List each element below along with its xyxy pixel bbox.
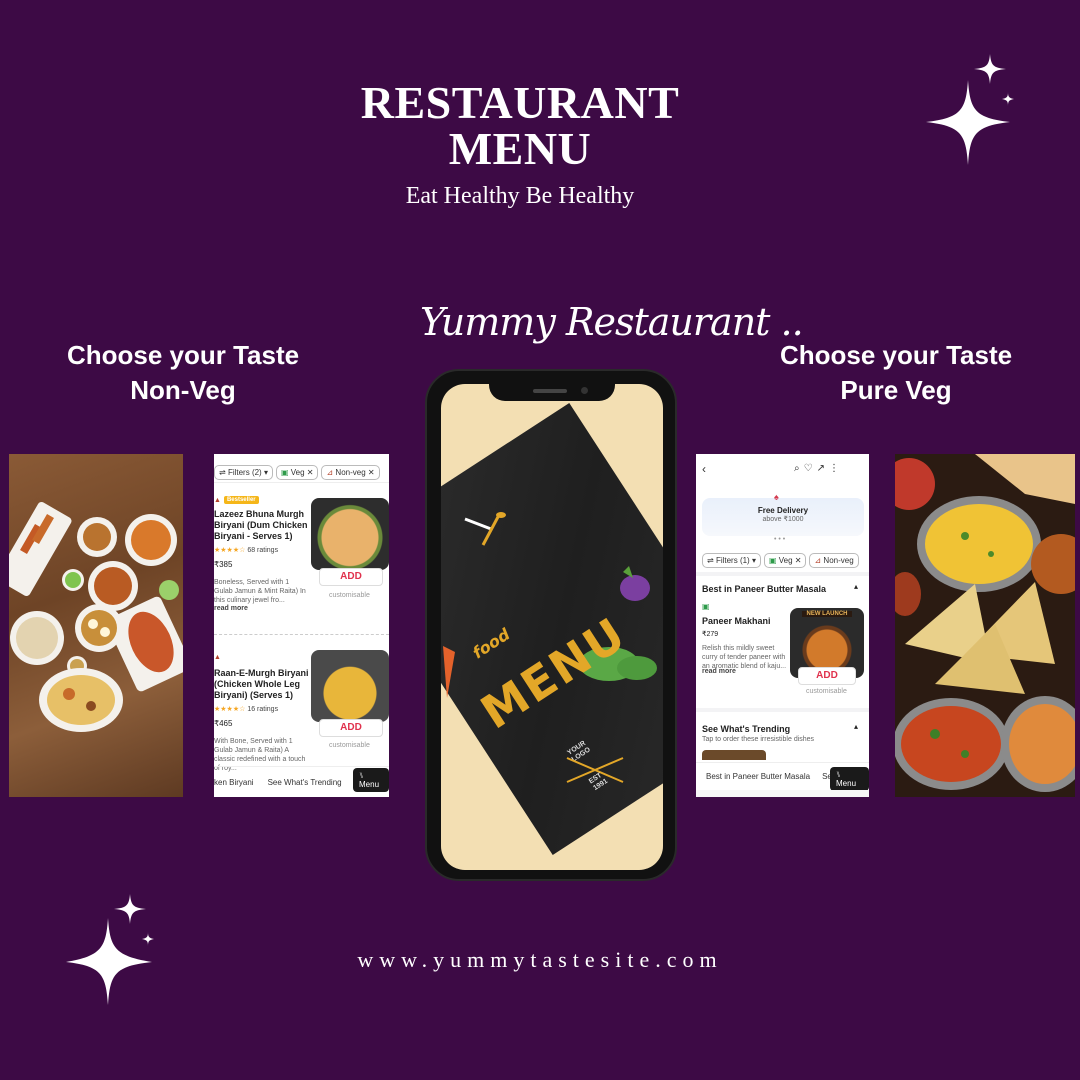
menu-button[interactable]: ⑊ Menu [830, 767, 869, 791]
veg-chip[interactable]: ▣ Veg ✕ [763, 553, 807, 568]
free-delivery-title: Free Delivery [757, 506, 809, 515]
collapse-icon[interactable]: ▴ [854, 722, 858, 731]
veg-marker-icon: ▣ [702, 602, 710, 611]
heart-icon[interactable]: ♡ [804, 463, 817, 474]
dish-description: Relish this mildly sweet curry of tender… [702, 645, 787, 670]
share-icon[interactable]: ↗ [817, 463, 829, 474]
fork-knife-icon: ⑊ [359, 771, 364, 780]
veg-dishes-illustration [895, 454, 1075, 797]
veg-chip[interactable]: ▣ Veg ✕ [275, 465, 319, 480]
phone-mockup: food MENU YOUR LOGO EST 1991 [425, 369, 677, 881]
dish-price: ₹279 [702, 631, 719, 638]
rating-count: 68 ratings [247, 547, 279, 554]
nonveg-dishes-illustration [9, 501, 183, 732]
search-icon[interactable]: ⌕ [794, 463, 804, 474]
footer-website-url[interactable]: www.yummytastesite.com [0, 947, 1080, 973]
section-title: Best in Paneer Butter Masala [702, 584, 827, 594]
veg-food-photo [895, 454, 1075, 797]
dish-price: ₹385 [214, 560, 233, 569]
collapse-icon[interactable]: ▴ [854, 582, 858, 591]
rating-stars-icon: ★★★★☆ 16 ratings [214, 706, 279, 713]
dish-name: Raan-E-Murgh Biryani (Chicken Whole Leg … [214, 668, 309, 700]
filters-chip[interactable]: ⇌ Filters (2) ▾ [214, 465, 273, 480]
back-arrow-icon[interactable]: ‹ [702, 462, 706, 476]
phone-notch [489, 371, 615, 401]
read-more-link[interactable]: read more [702, 668, 736, 675]
veg-dot-icon: ▣ [768, 556, 779, 565]
add-button[interactable]: ADD [319, 568, 383, 586]
divider [214, 634, 389, 635]
read-more-link[interactable]: read more [214, 605, 309, 612]
menu-board-image [441, 403, 663, 855]
nonveg-food-photo [9, 454, 183, 797]
header-actions: ⌕♡↗⋮ [794, 463, 843, 474]
trending-subtitle: Tap to order these irresistible dishes [702, 736, 815, 743]
menu-item[interactable]: ▲ Bestseller Lazeez Bhuna Murgh Biryani … [214, 496, 309, 612]
gift-icon: ♠ [774, 492, 779, 502]
divider [696, 708, 869, 712]
fork-knife-icon: ⑊ [836, 770, 841, 779]
nonveg-marker-icon: ▲ [214, 496, 221, 504]
veg-heading: Choose your Taste Pure Veg [746, 338, 1046, 408]
category-tab[interactable]: See What's Trending [268, 778, 342, 787]
category-tab[interactable]: ken Biryani [214, 778, 254, 787]
nonveg-heading-line1: Choose your Taste [66, 340, 300, 370]
customisable-label: customisable [329, 742, 370, 749]
nonveg-filter-bar: ⇌ Filters (2) ▾ ▣ Veg ✕ ⊿ Non-veg ✕ [214, 462, 389, 480]
sparkle-icon [926, 54, 1014, 165]
filter-icon: ⇌ [219, 468, 228, 477]
add-button[interactable]: ADD [798, 667, 856, 685]
page-subtitle: Eat Healthy Be Healthy [405, 183, 635, 209]
script-restaurant-name: Yummy Restaurant .. [420, 300, 804, 344]
dish-name: Lazeez Bhuna Murgh Biryani (Dum Chicken … [214, 509, 308, 541]
free-delivery-subtitle: above ₹1000 [762, 516, 804, 523]
veg-filter-bar: ⇌ Filters (1) ▾ ▣ Veg ✕ ⊿ Non-veg [702, 550, 869, 568]
phone-screen: food MENU YOUR LOGO EST 1991 [441, 384, 663, 870]
nav-strip [696, 790, 869, 797]
customisable-label: customisable [806, 688, 847, 695]
carrot-icon [443, 646, 455, 698]
more-vertical-icon[interactable]: ⋮ [829, 463, 843, 474]
menu-item[interactable]: ▲ Raan-E-Murgh Biryani (Chicken Whole Le… [214, 646, 309, 773]
dish-price: ₹465 [214, 719, 233, 728]
nonveg-app-panel: ⇌ Filters (2) ▾ ▣ Veg ✕ ⊿ Non-veg ✕ ▲ Best… [214, 454, 389, 797]
carousel-dots: • • • [774, 536, 786, 543]
dish-description: Boneless, Served with 1 Gulab Jamun & Mi… [214, 579, 306, 604]
customisable-label: customisable [329, 592, 370, 599]
trending-dish-image [702, 750, 766, 760]
veg-heading-line2: Pure Veg [840, 375, 952, 405]
nonveg-chip[interactable]: ⊿ Non-veg ✕ [321, 465, 380, 480]
phone-speaker [533, 389, 567, 393]
filter-icon: ⇌ [707, 556, 716, 565]
menu-button[interactable]: ⑊ Menu [353, 768, 389, 792]
nonveg-heading: Choose your Taste Non-Veg [33, 338, 333, 408]
filters-chip[interactable]: ⇌ Filters (1) ▾ [702, 553, 761, 568]
phone-camera [581, 387, 588, 394]
eggplant-icon [620, 566, 650, 601]
divider [214, 482, 389, 483]
nonveg-heading-line2: Non-Veg [130, 375, 236, 405]
veg-heading-line1: Choose your Taste [779, 340, 1013, 370]
dish-name: Paneer Makhani [702, 616, 771, 626]
add-button[interactable]: ADD [319, 719, 383, 737]
nonveg-chip[interactable]: ⊿ Non-veg [809, 553, 859, 568]
new-launch-ribbon: NEW LAUNCH [802, 611, 852, 617]
title-line-1: RESTAURANT [360, 77, 680, 128]
veg-app-panel: ‹ ⌕♡↗⋮ Free Delivery above ₹1000 ♠ • • •… [696, 454, 869, 797]
nonveg-marker-icon: ▲ [214, 654, 221, 661]
bestseller-badge: Bestseller [223, 496, 259, 504]
page-title: RESTAURANT MENU [0, 80, 1040, 172]
biryani-dish-image [311, 498, 389, 570]
chicken-leg-biryani-image [311, 650, 389, 722]
category-tab[interactable]: Best in Paneer Butter Masala [706, 772, 810, 781]
trending-title: See What's Trending [702, 724, 791, 734]
title-line-2: MENU [448, 123, 592, 174]
veg-dot-icon: ▣ [280, 468, 291, 477]
cutlery-icon [464, 512, 506, 546]
divider [696, 572, 869, 576]
rating-stars-icon: ★★★★☆ 68 ratings [214, 547, 279, 554]
free-delivery-banner: Free Delivery above ₹1000 [702, 498, 864, 536]
rating-count: 16 ratings [247, 706, 279, 713]
